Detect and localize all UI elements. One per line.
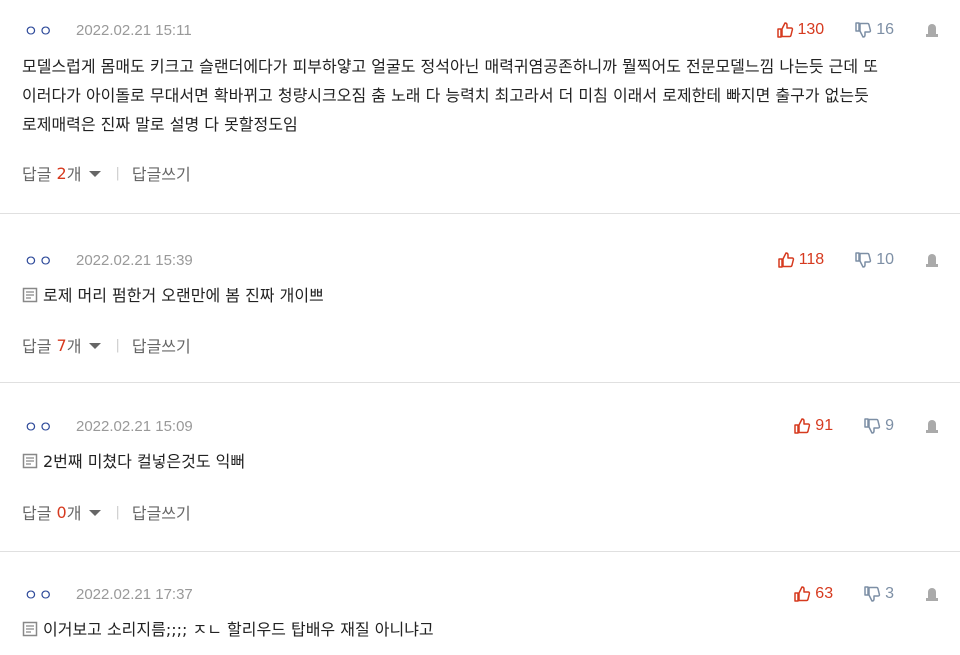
- reply-count: 2: [56, 163, 67, 183]
- memo-icon: [22, 617, 38, 646]
- comment-meta: ㅇㅇ 2022.02.21 15:11 130 16: [24, 20, 940, 40]
- dislike-count: 3: [885, 585, 894, 602]
- dislike-button[interactable]: 3: [863, 585, 894, 603]
- like-count: 118: [798, 251, 825, 268]
- comment-text: 2번째 미쳤다 컬넣은것도 익뻐: [43, 452, 246, 471]
- comment-date: 2022.02.21 15:39: [76, 251, 193, 269]
- comment-actions: 91 9: [793, 417, 940, 435]
- dislike-count: 10: [876, 251, 894, 268]
- reply-label: 답글: [22, 504, 52, 523]
- like-count: 130: [797, 21, 825, 38]
- write-reply-button[interactable]: 답글쓰기: [132, 333, 191, 357]
- comment-nickname[interactable]: ㅇㅇ: [24, 20, 68, 41]
- comment-actions: 130 16: [776, 21, 941, 39]
- dislike-count: 16: [876, 21, 894, 38]
- reply-toggle[interactable]: 답글 7개: [22, 333, 102, 357]
- divider: |: [115, 337, 120, 353]
- like-button[interactable]: 118: [777, 251, 825, 269]
- like-button[interactable]: 91: [793, 417, 833, 435]
- reply-toggle[interactable]: 답글 0개: [22, 500, 102, 524]
- comment-meta: ㅇㅇ 2022.02.21 15:09 91 9: [24, 416, 940, 436]
- divider: |: [115, 504, 120, 520]
- caret-down-icon: [89, 343, 102, 349]
- like-count: 91: [815, 417, 834, 434]
- reply-unit: 개: [66, 504, 82, 523]
- reply-count: 7: [56, 335, 67, 355]
- comment-meta: ㅇㅇ 2022.02.21 17:37 63 3: [24, 584, 940, 604]
- thumbs-up-icon: [794, 418, 811, 434]
- write-reply-button[interactable]: 답글쓰기: [132, 500, 191, 524]
- thumbs-up-icon: [794, 586, 811, 602]
- report-button[interactable]: [924, 22, 940, 38]
- divider: |: [115, 165, 120, 181]
- comment-meta: ㅇㅇ 2022.02.21 15:39 118 10: [24, 250, 940, 270]
- dislike-count: 9: [885, 417, 894, 434]
- comment-body: 2번째 미쳤다 컬넣은것도 익뻐: [22, 447, 940, 478]
- reply-label: 답글: [22, 165, 52, 184]
- comment-text: 로제 머리 펌한거 오랜만에 봄 진짜 개이쁘: [43, 286, 324, 305]
- thumbs-down-icon: [855, 252, 872, 268]
- report-button[interactable]: [924, 418, 940, 434]
- reply-toggle[interactable]: 답글 2개: [22, 161, 102, 185]
- memo-icon: [22, 449, 38, 478]
- report-button[interactable]: [924, 586, 940, 602]
- comment-text: 모델스럽게 몸매도 키크고 슬랜더에다가 피부하얗고 얼굴도 정석아닌 매력귀염…: [22, 57, 878, 134]
- comment-date: 2022.02.21 17:37: [76, 585, 193, 603]
- dislike-button[interactable]: 10: [854, 251, 894, 269]
- reply-label: 답글: [22, 337, 52, 356]
- report-icon: [926, 588, 938, 601]
- reply-count: 0: [56, 502, 67, 522]
- like-button[interactable]: 63: [793, 585, 833, 603]
- thumbs-down-icon: [855, 22, 872, 38]
- reply-unit: 개: [66, 337, 82, 356]
- write-reply-button[interactable]: 답글쓰기: [132, 161, 191, 185]
- report-button[interactable]: [924, 252, 940, 268]
- comment-actions: 63 3: [793, 585, 940, 603]
- comment-nickname[interactable]: ㅇㅇ: [24, 416, 68, 437]
- report-icon: [926, 420, 938, 433]
- reply-bar: 답글 0개 | 답글쓰기: [22, 500, 191, 524]
- comment-date: 2022.02.21 15:11: [76, 21, 192, 39]
- memo-icon: [22, 283, 38, 312]
- report-icon: [926, 254, 938, 267]
- thumbs-down-icon: [864, 586, 881, 602]
- comment-body: 모델스럽게 몸매도 키크고 슬랜더에다가 피부하얗고 얼굴도 정석아닌 매력귀염…: [22, 52, 940, 139]
- like-count: 63: [815, 585, 834, 602]
- thumbs-up-icon: [777, 252, 794, 268]
- reply-bar: 답글 2개 | 답글쓰기: [22, 161, 191, 185]
- comment-text: 이거보고 소리지름;;;; ㅈㄴ 할리우드 탑배우 재질 아니냐고: [43, 620, 434, 639]
- dislike-button[interactable]: 16: [854, 21, 894, 39]
- comment-nickname[interactable]: ㅇㅇ: [24, 584, 68, 605]
- comment-body: 이거보고 소리지름;;;; ㅈㄴ 할리우드 탑배우 재질 아니냐고: [22, 615, 940, 646]
- comment-date: 2022.02.21 15:09: [76, 417, 193, 435]
- report-icon: [926, 24, 938, 37]
- reply-unit: 개: [66, 165, 82, 184]
- caret-down-icon: [89, 510, 102, 516]
- comment-actions: 118 10: [777, 251, 940, 269]
- comment-nickname[interactable]: ㅇㅇ: [24, 250, 68, 271]
- caret-down-icon: [89, 171, 102, 177]
- thumbs-down-icon: [864, 418, 881, 434]
- comment-item: ㅇㅇ 2022.02.21 17:37 63 3 이거보고 소리지름;;;; ㅈ…: [0, 552, 960, 655]
- reply-bar: 답글 7개 | 답글쓰기: [22, 333, 191, 357]
- comment-body: 로제 머리 펌한거 오랜만에 봄 진짜 개이쁘: [22, 281, 940, 312]
- comment-item: ㅇㅇ 2022.02.21 15:09 91 9 2번째 미쳤다 컬넣은것도 익…: [0, 383, 960, 552]
- comment-item: ㅇㅇ 2022.02.21 15:39 118 10 로제 머리 펌한거 오랜만…: [0, 214, 960, 383]
- comment-item: ㅇㅇ 2022.02.21 15:11 130 16 모델스럽게 몸매도 키크고…: [0, 0, 960, 214]
- thumbs-up-icon: [776, 22, 793, 38]
- dislike-button[interactable]: 9: [863, 417, 894, 435]
- like-button[interactable]: 130: [776, 21, 825, 39]
